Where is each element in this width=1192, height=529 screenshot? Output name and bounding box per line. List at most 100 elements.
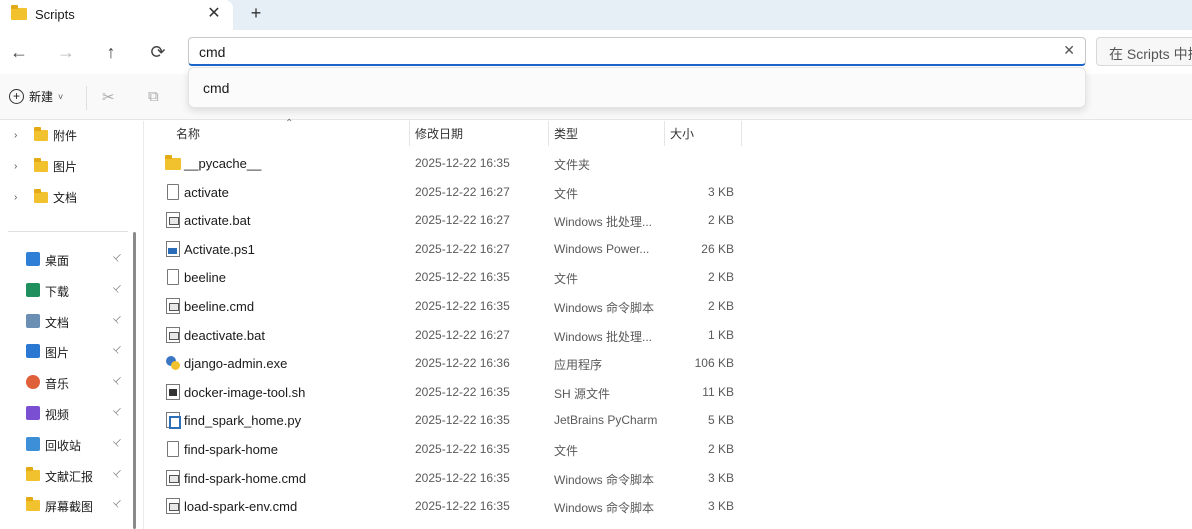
file-row[interactable]: find-spark-home.cmd 2025-12-22 16:35 Windo… — [144, 464, 1192, 492]
chevron-right-icon[interactable]: › — [14, 130, 17, 141]
file-row[interactable]: find-spark-home 2025-12-22 16:35 文件 2 KB — [144, 435, 1192, 463]
folder-icon — [34, 126, 48, 141]
sidebar-divider — [8, 231, 128, 232]
file-date: 2025-12-22 16:35 — [415, 156, 510, 170]
tree-item-label: 图片 — [53, 159, 78, 174]
quick-access-item[interactable]: 音乐 ⊥ — [0, 370, 128, 396]
file-type: Windows 命令脚本 — [554, 301, 655, 315]
file-row[interactable]: beeline.cmd 2025-12-22 16:35 Windows 命令脚本 2… — [144, 292, 1192, 320]
file-row[interactable]: __pycache__ 2025-12-22 16:35 文件夹 — [144, 149, 1192, 177]
address-bar[interactable]: cmd ✕ — [188, 37, 1086, 66]
file-row[interactable]: deactivate.bat 2025-12-22 16:27 Windows 批处… — [144, 321, 1192, 349]
file-name: activate — [184, 184, 229, 200]
file-row[interactable]: find_spark_home.py 2025-12-22 16:35 JetBra… — [144, 406, 1192, 434]
clear-icon[interactable]: ✕ — [1063, 42, 1075, 59]
file-icon — [165, 441, 181, 457]
pin-icon[interactable]: ⊥ — [110, 251, 124, 265]
new-tab-button[interactable]: + — [246, 3, 266, 24]
pin-icon[interactable]: ⊥ — [110, 497, 124, 511]
python-file-icon — [165, 412, 181, 430]
address-input[interactable]: cmd — [199, 44, 225, 60]
search-box[interactable]: 在 Scripts 中搜 — [1096, 37, 1192, 66]
music-icon — [26, 375, 40, 390]
column-header-row: ⌃ 名称 修改日期 类型 大小 — [144, 118, 1192, 146]
quick-access-item[interactable]: 下载 ⊥ — [0, 278, 128, 304]
new-button[interactable]: + 新建 ˅ — [9, 88, 63, 105]
quick-access-item[interactable]: 桌面 ⊥ — [0, 247, 128, 273]
pin-icon[interactable]: ⊥ — [110, 374, 124, 388]
column-header-date[interactable]: 修改日期 — [415, 125, 463, 142]
file-row[interactable]: load-spark-env.cmd 2025-12-22 16:35 Window… — [144, 492, 1192, 520]
column-divider[interactable] — [548, 121, 549, 146]
up-button[interactable]: ↑ — [99, 40, 123, 64]
file-type: Windows 命令脚本 — [554, 472, 655, 487]
file-type: 文件 — [554, 272, 579, 287]
search-placeholder[interactable]: 在 Scripts 中搜 — [1109, 44, 1192, 64]
script-file-icon — [165, 498, 181, 515]
tree-item-label: 文档 — [53, 190, 78, 205]
tree-item-attachments[interactable]: › 附件 — [0, 123, 128, 147]
file-size: 11 KB — [702, 384, 734, 399]
file-type: 应用程序 — [554, 358, 603, 373]
file-name: find-spark-home.cmd — [184, 470, 307, 486]
pin-icon[interactable]: ⊥ — [110, 466, 124, 480]
file-row[interactable]: django-admin.exe 2025-12-22 16:36 应用程序 106 … — [144, 349, 1192, 377]
back-button[interactable]: ← — [7, 40, 31, 64]
sidebar-scrollbar[interactable] — [133, 232, 136, 529]
column-header-name[interactable]: 名称 — [176, 125, 200, 142]
file-size: 3 KB — [707, 184, 734, 199]
file-name: beeline.cmd — [184, 299, 255, 314]
file-size: 1 KB — [707, 327, 734, 342]
folder-icon — [165, 155, 181, 171]
file-name: activate.bat — [184, 213, 251, 229]
quick-access-item[interactable]: 回收站 ⊥ — [0, 432, 128, 458]
forward-button[interactable]: → — [54, 40, 78, 64]
recycle-bin-icon — [26, 436, 40, 451]
cut-icon[interactable]: ✂ — [102, 88, 115, 106]
script-file-icon — [165, 469, 181, 486]
file-row[interactable]: docker-image-tool.sh 2025-12-22 16:35 SH 源… — [144, 378, 1192, 406]
pin-icon[interactable]: ⊥ — [110, 343, 124, 357]
tree-item-documents[interactable]: › 文档 — [0, 185, 128, 209]
quick-access-item[interactable]: 文献汇报 ⊥ — [0, 463, 128, 489]
folder-icon — [34, 188, 48, 203]
tree-item-pictures[interactable]: › 图片 — [0, 154, 128, 178]
column-header-size[interactable]: 大小 — [670, 125, 694, 142]
quick-access-item[interactable]: 屏幕截图 ⊥ — [0, 493, 128, 519]
column-divider[interactable] — [664, 121, 665, 146]
file-row[interactable]: activate.bat 2025-12-22 16:27 Windows 批处理.… — [144, 206, 1192, 234]
tab-scripts[interactable]: Scripts ✕ — [0, 0, 233, 30]
folder-icon — [26, 497, 40, 512]
chevron-right-icon[interactable]: › — [14, 192, 17, 203]
pin-icon[interactable]: ⊥ — [110, 281, 124, 295]
column-divider[interactable] — [741, 121, 742, 146]
quick-access-label: 回收站 — [45, 438, 82, 453]
refresh-button[interactable]: ⟳ — [146, 40, 170, 64]
file-name: load-spark-env.cmd — [184, 499, 298, 515]
file-row[interactable]: beeline 2025-12-22 16:35 文件 2 KB — [144, 263, 1192, 291]
close-tab-icon[interactable]: ✕ — [205, 5, 223, 23]
quick-access-item[interactable]: 文档 ⊥ — [0, 309, 128, 335]
column-divider[interactable] — [409, 121, 410, 146]
copy-icon[interactable]: ⧉ — [148, 88, 159, 105]
file-name: find_spark_home.py — [184, 413, 302, 429]
file-row[interactable]: Activate.ps1 2025-12-22 16:27 Windows Powe… — [144, 235, 1192, 263]
pin-icon[interactable]: ⊥ — [110, 312, 124, 326]
file-size: 2 KB — [707, 299, 734, 313]
column-header-type[interactable]: 类型 — [554, 125, 578, 142]
quick-access-label: 图片 — [45, 346, 70, 361]
quick-access-label: 文档 — [45, 315, 70, 330]
pin-icon[interactable]: ⊥ — [110, 405, 124, 419]
chevron-right-icon[interactable]: › — [14, 161, 17, 172]
file-date: 2025-12-22 16:35 — [415, 384, 510, 399]
sort-ascending-icon: ⌃ — [285, 118, 294, 129]
pin-icon[interactable]: ⊥ — [110, 435, 124, 449]
powershell-file-icon — [165, 240, 181, 257]
quick-access-item[interactable]: 视频 ⊥ — [0, 401, 128, 427]
file-type: Windows 批处理... — [554, 215, 653, 230]
suggestion-item[interactable]: cmd — [203, 80, 229, 96]
quick-access-item[interactable]: 图片 ⊥ — [0, 339, 128, 365]
file-type: Windows Power... — [554, 241, 650, 256]
file-row[interactable]: activate 2025-12-22 16:27 文件 3 KB — [144, 178, 1192, 206]
file-type: 文件 — [554, 186, 579, 201]
